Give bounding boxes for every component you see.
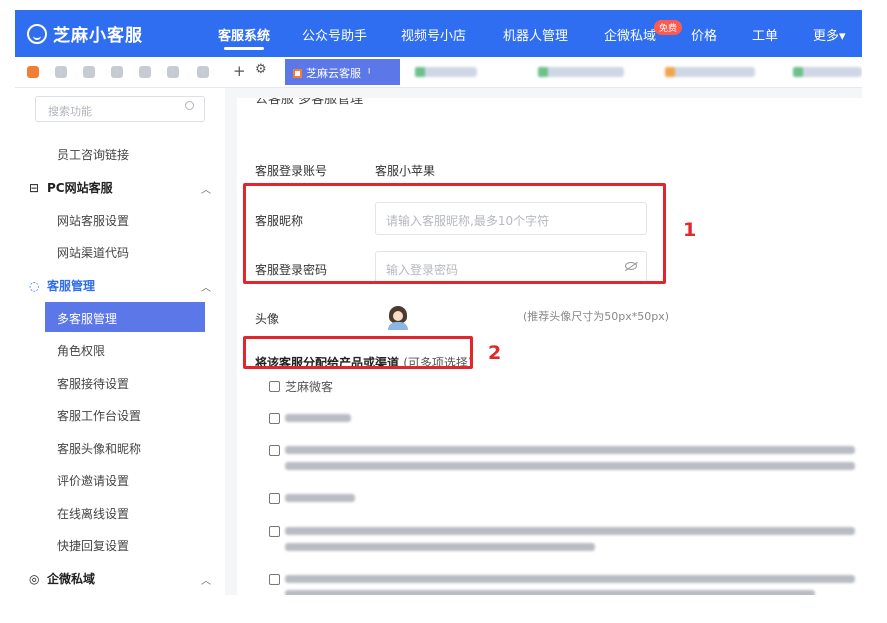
plugin-icon[interactable] [197,66,209,78]
nav-video-shop[interactable]: 视频号小店 [401,25,466,44]
tab-blurred[interactable] [793,67,862,77]
app-icon[interactable] [27,66,39,78]
sidebar-item-quick-reply[interactable]: 快捷回复设置 [57,537,129,554]
blurred-text [285,414,351,422]
tab-bar: + ⚙ 芝麻云客服ᅵ [15,57,862,88]
sidebar-item-employee-link[interactable]: 员工咨询链接 [57,146,129,163]
product-checkbox[interactable] [269,445,280,456]
blurred-text [285,462,855,470]
search-placeholder: 搜索功能 [48,105,92,118]
avatar-label: 头像 [255,312,280,326]
sidebar-item-avatar-nick[interactable]: 客服头像和昵称 [57,440,141,457]
search-icon [185,101,194,110]
product-checkbox[interactable] [269,574,280,585]
product-checkbox[interactable] [269,413,280,424]
tab-favicon-icon [293,69,302,78]
chevron-up-icon[interactable]: ︿ [201,572,211,587]
blurred-text [285,527,855,535]
chat-icon[interactable] [55,66,67,78]
nav-official-account[interactable]: 公众号助手 [302,25,367,44]
blurred-text [285,494,355,502]
nav-ticket[interactable]: 工单 [752,25,778,44]
tab-current-label: 芝麻云客服ᅵ [306,67,372,80]
tab-blurred[interactable] [415,67,477,77]
headset-icon: ◌ [29,279,40,293]
tab-current[interactable]: 芝麻云客服ᅵ [285,59,400,85]
sidebar-item-channel-code[interactable]: 网站渠道代码 [57,244,129,261]
annotation-number-2: 2 [488,342,502,364]
free-badge: 免费 [654,20,683,35]
chevron-up-icon[interactable]: ︿ [201,181,211,196]
logo-text: 芝麻小客服 [53,26,143,46]
sidebar-item-site-settings[interactable]: 网站客服设置 [57,212,129,229]
nav-price[interactable]: 价格 [691,25,717,44]
app-window: 芝麻小客服 客服系统 公众号助手 视频号小店 机器人管理 企微私域 免费 价格 … [15,10,862,595]
nav-wecom[interactable]: 企微私域 [604,25,656,44]
product-checkbox[interactable] [269,381,280,392]
nav-customer-service[interactable]: 客服系统 [218,25,270,50]
nav-robot[interactable]: 机器人管理 [503,25,568,44]
sidebar-group-wecom[interactable]: ◎ 企微私域 [29,570,95,587]
product-checkbox[interactable] [269,493,280,504]
gear-icon[interactable]: ⚙ [255,62,267,77]
search-input[interactable]: 搜索功能 [35,96,205,122]
blurred-text [285,543,595,551]
add-tab-icon[interactable]: + [233,62,246,80]
logo[interactable]: 芝麻小客服 [27,21,143,46]
chevron-up-icon[interactable]: ︿ [201,279,211,294]
sidebar-group-pc[interactable]: ⊟ PC网站客服 [29,179,113,196]
sidebar: 搜索功能 员工咨询链接 ⊟ PC网站客服 ︿ 网站客服设置 网站渠道代码 ◌ 客服管… [15,88,225,595]
sidebar-item-workbench[interactable]: 客服工作台设置 [57,407,141,424]
sidebar-group-agent[interactable]: ◌ 客服管理 [29,277,95,294]
nav-more[interactable]: 更多▾ [813,25,846,44]
sidebar-item-rating[interactable]: 评价邀请设置 [57,472,129,489]
login-account-label: 客服登录账号 [255,164,328,178]
monitor-icon: ⊟ [29,181,40,195]
star-icon[interactable] [167,66,179,78]
page-title: 公客服 多客服管理 [255,98,364,107]
blurred-text [285,446,855,454]
link-icon[interactable] [111,66,123,78]
product-checkbox-label: 芝麻微客 [285,380,334,394]
annotation-box-2 [243,336,473,369]
annotation-number-1: 1 [683,219,697,241]
annotation-box-1 [243,183,666,284]
sidebar-item-reception[interactable]: 客服接待设置 [57,375,129,392]
blurred-text [285,575,855,583]
wecom-icon: ◎ [29,572,40,586]
login-account-value: 客服小苹果 [375,164,436,178]
logo-icon [27,23,47,44]
tab-blurred[interactable] [538,67,624,77]
avatar[interactable] [387,306,409,330]
sidebar-item-roles[interactable]: 角色权限 [57,342,105,359]
sidebar-item-multi-agent[interactable]: 多客服管理 [45,302,205,332]
bell-icon[interactable] [83,66,95,78]
tab-blurred[interactable] [665,67,755,77]
blurred-text [285,590,815,595]
avatar-hint: (推荐头像尺寸为50px*50px) [523,310,670,323]
product-checkbox[interactable] [269,526,280,537]
top-nav: 芝麻小客服 客服系统 公众号助手 视频号小店 机器人管理 企微私域 免费 价格 … [15,10,862,57]
sidebar-item-online[interactable]: 在线离线设置 [57,505,129,522]
puzzle-icon[interactable] [139,66,151,78]
